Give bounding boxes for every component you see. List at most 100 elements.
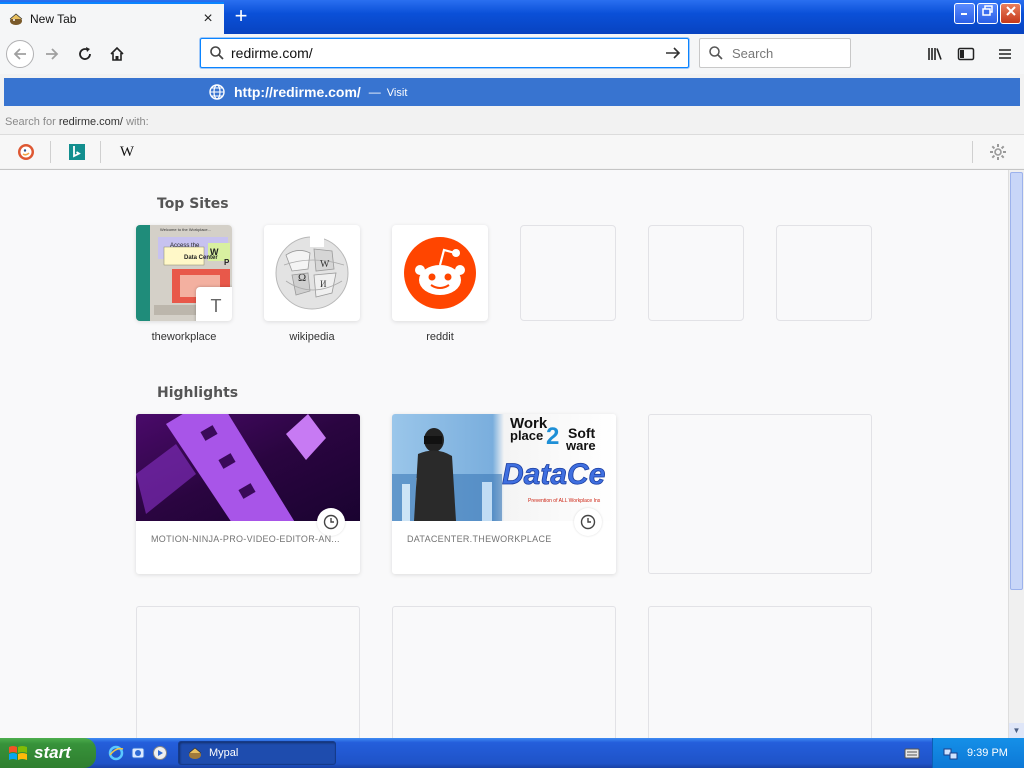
reddit-icon	[404, 237, 476, 309]
internet-explorer-icon[interactable]	[108, 745, 124, 761]
home-button[interactable]	[103, 40, 131, 68]
highlight-thumbnail	[136, 414, 360, 521]
forward-arrow-icon	[46, 48, 59, 60]
search-icon	[709, 46, 723, 60]
bing-engine-button[interactable]	[62, 140, 92, 164]
tab-new-tab[interactable]: New Tab ×	[0, 2, 224, 34]
search-for-text: Search for redirme.com/ with:	[5, 116, 149, 128]
hamburger-menu-icon	[999, 49, 1011, 59]
highlight-placeholder	[648, 414, 872, 574]
reload-button[interactable]	[71, 40, 99, 68]
tile-screenshot-text: P	[224, 258, 230, 267]
search-bar[interactable]	[699, 38, 851, 68]
duckduckgo-icon	[18, 144, 34, 160]
back-button[interactable]	[6, 40, 34, 68]
history-clock-button[interactable]	[317, 508, 345, 536]
url-input[interactable]	[231, 45, 664, 61]
highlight-title: DATACENTER.THEWORKPLACE	[407, 534, 552, 544]
top-site-theworkplace[interactable]: Welcome to the Workplace... Access the D…	[136, 225, 232, 321]
top-site-label: reddit	[426, 331, 454, 343]
top-site-label: theworkplace	[151, 331, 217, 343]
top-site-wikipedia[interactable]: Ω W И	[264, 225, 360, 321]
url-autocomplete-popup: http://redirme.com/ — Visit Search for r…	[0, 74, 1024, 170]
window-titlebar: New Tab × +	[0, 0, 1024, 34]
tab-title: New Tab	[30, 12, 77, 26]
tab-close-icon[interactable]: ×	[198, 9, 218, 29]
highlight-placeholder	[136, 606, 360, 738]
tile-screenshot-text: Welcome to the Workplace...	[160, 227, 211, 232]
highlight-thumbnail: Work place 2 Soft ware DataCe Prevention…	[392, 414, 616, 521]
tile-screenshot-text: Access the	[170, 243, 200, 249]
back-arrow-icon	[13, 48, 26, 60]
restore-button[interactable]	[977, 3, 998, 24]
new-tab-button[interactable]: +	[228, 4, 254, 30]
top-site-label: wikipedia	[289, 331, 335, 343]
wikipedia-icon: W	[119, 143, 135, 160]
go-arrow-icon[interactable]	[664, 45, 682, 61]
menu-button[interactable]	[991, 40, 1019, 68]
visit-separator: —	[368, 85, 381, 99]
highlight-placeholder	[648, 606, 872, 738]
search-input[interactable]	[732, 45, 842, 61]
search-for-query: redirme.com/	[58, 116, 123, 128]
forward-button[interactable]	[38, 40, 66, 68]
top-sites-heading: Top Sites	[157, 196, 229, 212]
visit-suggestion-row[interactable]: http://redirme.com/ — Visit	[4, 78, 1020, 106]
outlook-express-icon[interactable]	[130, 745, 146, 761]
start-label: start	[34, 743, 71, 762]
search-for-suffix: with:	[126, 116, 149, 128]
mypal-icon	[188, 747, 202, 759]
search-settings-button[interactable]	[985, 140, 1011, 164]
taskbar: start Mypal 9:39 PM	[0, 738, 1024, 768]
engine-separator	[972, 141, 973, 163]
top-site-reddit[interactable]	[392, 225, 488, 321]
start-button[interactable]: start	[0, 738, 96, 768]
search-engines-row: W	[0, 134, 1024, 168]
bing-icon	[69, 144, 85, 160]
restore-icon	[982, 5, 993, 16]
new-tab-page: Top Sites Welcome to the Workplace... Ac…	[0, 170, 1008, 738]
brand-text: ware	[565, 438, 596, 453]
highlight-placeholder	[392, 606, 616, 738]
home-icon	[110, 46, 124, 61]
taskbar-window-label: Mypal	[209, 747, 239, 759]
library-icon	[928, 48, 942, 60]
scrollbar-thumb[interactable]	[1010, 172, 1023, 590]
highlight-card[interactable]: Work place 2 Soft ware DataCe Prevention…	[392, 414, 616, 574]
wikipedia-globe-icon: Ω W И	[275, 231, 349, 310]
duckduckgo-engine-button[interactable]	[11, 140, 41, 164]
url-bar[interactable]	[200, 38, 689, 68]
engine-separator	[100, 141, 101, 163]
gear-icon	[990, 144, 1006, 160]
search-icon	[210, 46, 224, 60]
page-scrollbar[interactable]: ▼	[1008, 170, 1024, 738]
clock: 9:39 PM	[967, 747, 1008, 759]
library-button[interactable]	[921, 40, 949, 68]
sidebar-icon	[957, 47, 975, 61]
highlight-title: MOTION-NINJA-PRO-VIDEO-EDITOR-AN...	[151, 534, 340, 544]
taskbar-window-mypal[interactable]: Mypal	[178, 741, 336, 765]
mypal-icon	[9, 13, 23, 25]
media-player-icon[interactable]	[152, 745, 168, 761]
network-icon[interactable]	[943, 745, 959, 761]
scroll-down-arrow-icon[interactable]: ▼	[1009, 723, 1024, 738]
close-icon	[1005, 6, 1016, 16]
tile-screenshot-text: W	[210, 247, 219, 257]
svg-text:И: И	[320, 279, 327, 289]
svg-text:Ω: Ω	[298, 272, 306, 284]
sidebar-button[interactable]	[952, 40, 980, 68]
minimize-icon	[961, 13, 967, 15]
system-tray: 9:39 PM	[932, 738, 1024, 768]
globe-icon	[209, 84, 225, 100]
keyboard-icon[interactable]	[904, 746, 920, 760]
history-clock-button[interactable]	[574, 508, 602, 536]
highlight-card[interactable]: MOTION-NINJA-PRO-VIDEO-EDITOR-AN...	[136, 414, 360, 574]
wikipedia-engine-button[interactable]: W	[112, 140, 142, 164]
minimize-button[interactable]	[954, 3, 975, 24]
top-site-placeholder	[520, 225, 616, 321]
site-letter-badge: T	[196, 287, 232, 321]
search-for-prefix: Search for	[5, 116, 56, 128]
windows-flag-icon	[9, 746, 27, 760]
close-window-button[interactable]	[1000, 3, 1021, 24]
engine-separator	[50, 141, 51, 163]
